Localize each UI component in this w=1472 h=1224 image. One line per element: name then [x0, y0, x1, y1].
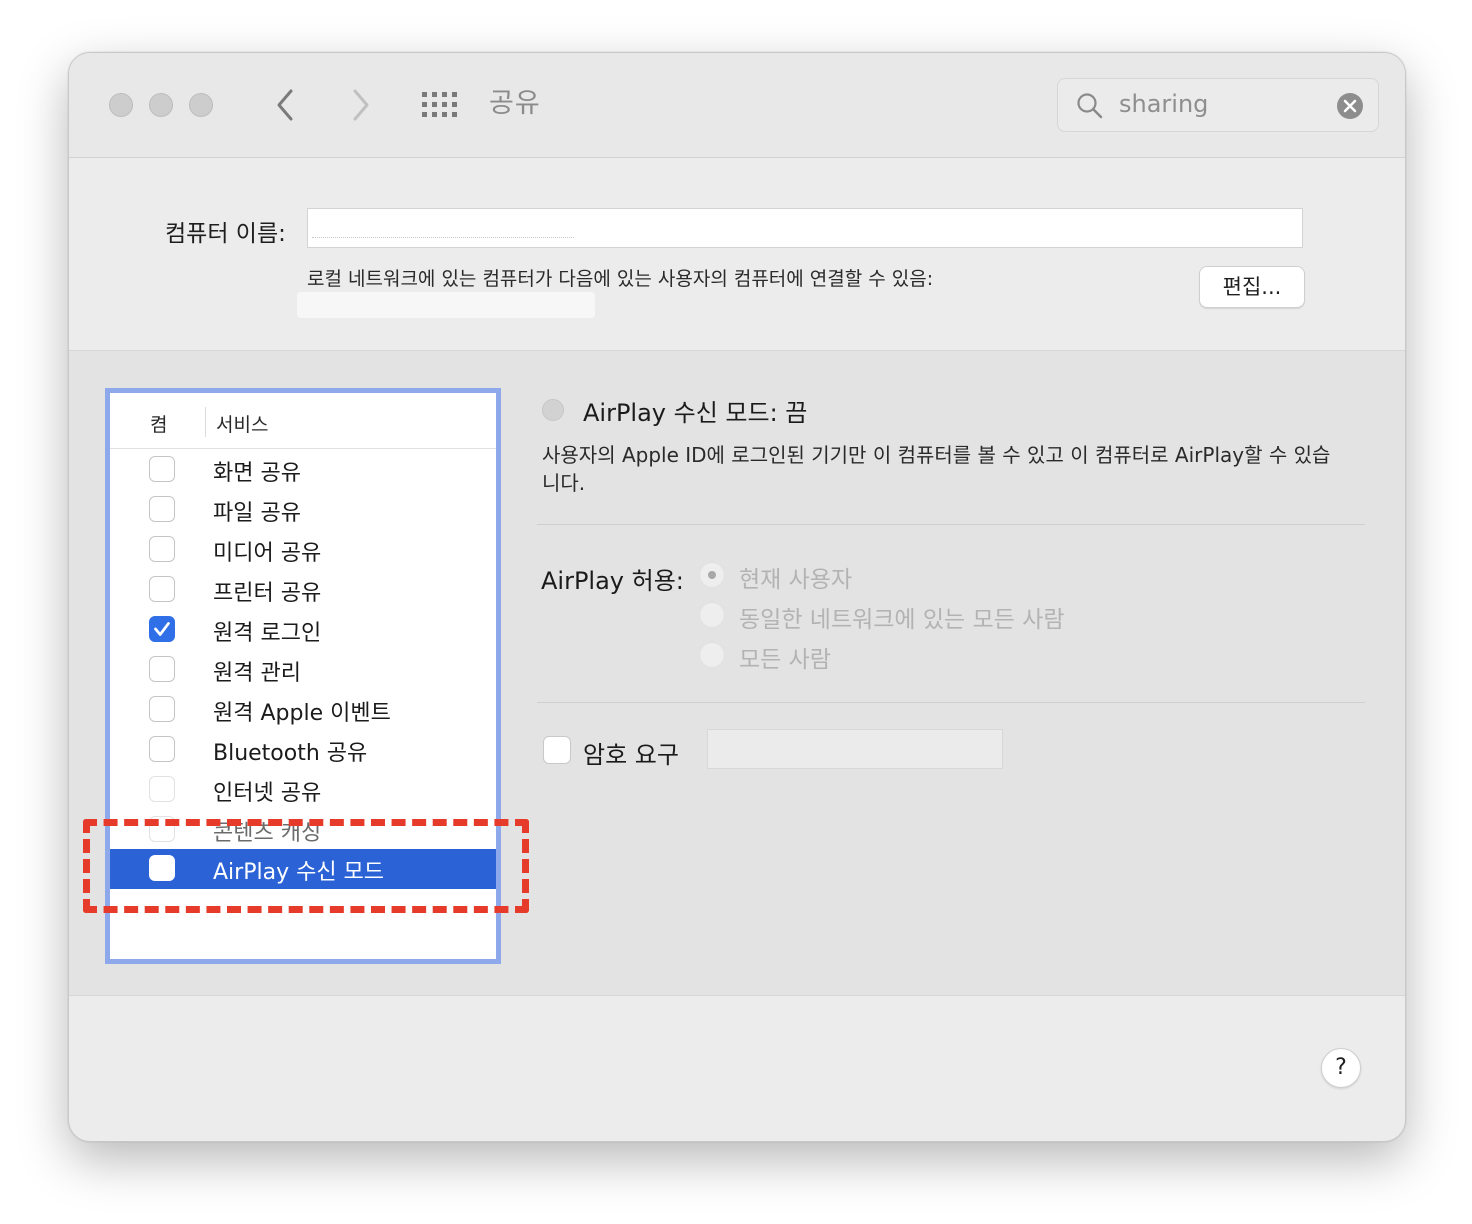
service-row-bluetooth-sharing[interactable]: Bluetooth 공유: [110, 730, 496, 770]
back-chevron-icon[interactable]: [267, 83, 307, 127]
search-field[interactable]: sharing: [1057, 78, 1379, 132]
checkmark-icon: [154, 622, 170, 636]
service-checkbox[interactable]: [149, 696, 175, 722]
service-row-airplay-receiver[interactable]: AirPlay 수신 모드: [110, 849, 496, 889]
computer-name-label: 컴퓨터 이름:: [165, 221, 286, 247]
edit-button[interactable]: 편집...: [1199, 266, 1305, 308]
service-checkbox[interactable]: [149, 816, 175, 842]
service-row-content-caching[interactable]: 콘텐츠 캐싱: [110, 810, 496, 850]
clear-search-icon[interactable]: [1336, 92, 1364, 120]
service-checkbox[interactable]: [149, 456, 175, 482]
service-label: 원격 Apple 이벤트: [213, 701, 391, 726]
service-row-media-sharing[interactable]: 미디어 공유: [110, 530, 496, 570]
column-header-service[interactable]: 서비스: [216, 410, 268, 437]
service-row-screen-sharing[interactable]: 화면 공유: [110, 450, 496, 490]
require-password-checkbox[interactable]: [543, 736, 571, 764]
service-checkbox[interactable]: [149, 855, 175, 881]
grid-icon[interactable]: [421, 91, 459, 119]
service-status: AirPlay 수신 모드: 끔: [583, 399, 808, 427]
service-row-file-sharing[interactable]: 파일 공유: [110, 490, 496, 530]
service-row-printer-sharing[interactable]: 프린터 공유: [110, 570, 496, 610]
divider: [537, 702, 1365, 703]
password-field[interactable]: [707, 729, 1003, 769]
service-label: 파일 공유: [213, 501, 301, 526]
toolbar: 공유 sharing: [69, 53, 1405, 158]
service-checkbox[interactable]: [149, 496, 175, 522]
service-label: 콘텐츠 캐싱: [213, 821, 322, 846]
service-label: 프린터 공유: [213, 581, 322, 606]
list-header: 켬 서비스: [110, 393, 496, 449]
divider: [537, 524, 1365, 525]
help-button[interactable]: ?: [1321, 1048, 1361, 1088]
redacted-name: [312, 215, 574, 238]
service-label: 화면 공유: [213, 461, 301, 486]
radio-label-everyone: 모든 사람: [739, 647, 831, 673]
service-checkbox[interactable]: [149, 656, 175, 682]
redacted-address: [297, 292, 595, 318]
service-label: 원격 로그인: [213, 621, 322, 646]
forward-chevron-icon[interactable]: [339, 83, 379, 127]
radio-everyone[interactable]: [699, 642, 725, 668]
service-label: AirPlay 수신 모드: [213, 860, 385, 885]
column-separator: [205, 407, 206, 437]
radio-label-current-user: 현재 사용자: [739, 567, 853, 593]
airplay-allow-label: AirPlay 허용:: [541, 567, 684, 595]
radio-same-network[interactable]: [699, 602, 725, 628]
require-password-label: 암호 요구: [583, 741, 679, 769]
services-panel: 켬 서비스 화면 공유 파일 공유 미디어 공유 프린터 공유 원격 로그인 원…: [69, 350, 1405, 996]
radio-label-same-network: 동일한 네트워크에 있는 모든 사람: [739, 607, 1065, 633]
computer-name-section: 컴퓨터 이름: 로컬 네트워크에 있는 컴퓨터가 다음에 있는 사용자의 컴퓨터…: [69, 158, 1405, 350]
radio-current-user[interactable]: [699, 562, 725, 588]
network-address-description: 로컬 네트워크에 있는 컴퓨터가 다음에 있는 사용자의 컴퓨터에 연결할 수 …: [307, 268, 934, 290]
search-input[interactable]: sharing: [1119, 90, 1208, 118]
service-row-remote-login[interactable]: 원격 로그인: [110, 610, 496, 650]
search-icon: [1077, 93, 1103, 119]
service-row-remote-management[interactable]: 원격 관리: [110, 650, 496, 690]
service-checkbox[interactable]: [149, 576, 175, 602]
service-checkbox-checked[interactable]: [149, 616, 175, 642]
service-checkbox[interactable]: [149, 776, 175, 802]
service-row-remote-apple-events[interactable]: 원격 Apple 이벤트: [110, 690, 496, 730]
service-checkbox[interactable]: [149, 736, 175, 762]
service-label: 원격 관리: [213, 661, 301, 686]
service-info-text: 사용자의 Apple ID에 로그인된 기기만 이 컴퓨터를 볼 수 있고 이 …: [542, 443, 1331, 495]
services-list[interactable]: 켬 서비스 화면 공유 파일 공유 미디어 공유 프린터 공유 원격 로그인 원…: [105, 388, 501, 964]
column-header-on[interactable]: 켬: [150, 410, 167, 437]
minimize-window-button[interactable]: [149, 93, 173, 117]
window-title: 공유: [489, 88, 541, 119]
service-label: Bluetooth 공유: [213, 741, 368, 766]
service-checkbox[interactable]: [149, 536, 175, 562]
close-window-button[interactable]: [109, 93, 133, 117]
sharing-preferences-window: 공유 sharing 컴퓨터 이름: 로컬 네트워크에 있는 컴퓨터가 다음에 …: [68, 52, 1406, 1142]
computer-name-field[interactable]: [307, 208, 1303, 248]
status-indicator-icon: [542, 399, 564, 421]
zoom-window-button[interactable]: [189, 93, 213, 117]
service-label: 미디어 공유: [213, 541, 322, 566]
service-label: 인터넷 공유: [213, 781, 322, 806]
service-row-internet-sharing[interactable]: 인터넷 공유: [110, 770, 496, 810]
